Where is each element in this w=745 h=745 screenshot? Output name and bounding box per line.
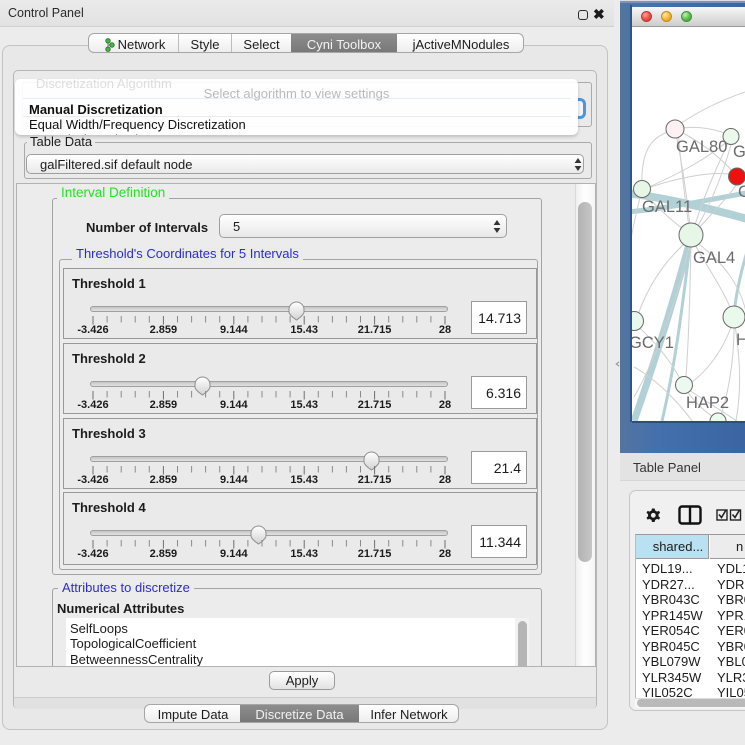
svg-text:C: C — [738, 183, 745, 201]
svg-text:GAL11: GAL11 — [642, 198, 692, 216]
svg-text:GCY1: GCY1 — [632, 334, 674, 352]
svg-text:H: H — [736, 331, 745, 349]
svg-text:HAP2: HAP2 — [686, 394, 729, 412]
svg-text:GAL4: GAL4 — [693, 249, 735, 267]
svg-text:GA: GA — [733, 143, 745, 161]
svg-text:GAL80: GAL80 — [676, 138, 727, 156]
